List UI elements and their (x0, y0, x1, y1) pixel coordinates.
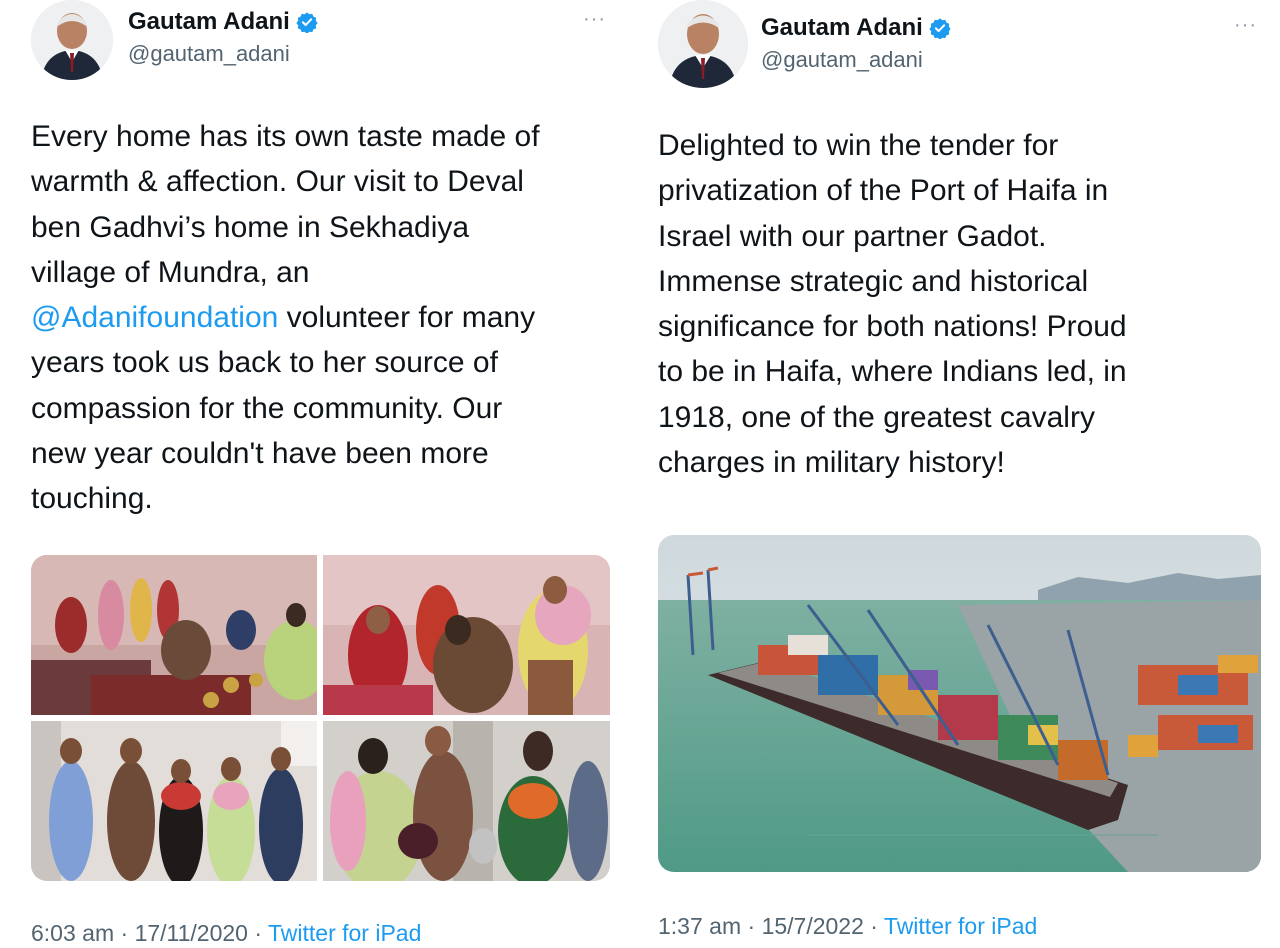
mention-link[interactable]: @Adanifoundation (31, 301, 278, 334)
tweet-time[interactable]: 1:37 am (658, 913, 741, 939)
photo-4[interactable] (323, 721, 610, 881)
author-name-row[interactable]: Gautam Adani (761, 14, 951, 42)
meta-separator: · (114, 920, 135, 946)
more-options-icon[interactable]: ··· (1234, 15, 1257, 35)
meta-separator: · (247, 920, 268, 946)
author-avatar[interactable] (31, 0, 113, 80)
tweet-1[interactable]: Gautam Adani @gautam_adani ··· Every hom… (0, 0, 630, 948)
tweet-source-link[interactable]: Twitter for iPad (884, 913, 1037, 939)
tweet-date[interactable]: 17/11/2020 (135, 920, 248, 946)
photo-1[interactable] (31, 555, 317, 715)
tweet-2[interactable]: Gautam Adani @gautam_adani ··· Delighted… (636, 0, 1280, 948)
author-name-row[interactable]: Gautam Adani (128, 8, 318, 36)
photo-3[interactable] (31, 721, 317, 881)
meta-separator: · (741, 913, 762, 939)
author-handle[interactable]: @gautam_adani (761, 47, 923, 73)
verified-badge-icon (296, 11, 318, 34)
author-name[interactable]: Gautam Adani (761, 14, 923, 42)
more-options-icon[interactable]: ··· (583, 9, 606, 29)
tweet-text-part-1: Every home has its own taste made of war… (31, 120, 540, 289)
author-name[interactable]: Gautam Adani (128, 8, 290, 36)
meta-separator: · (863, 913, 884, 939)
port-photo[interactable] (658, 535, 1261, 872)
verified-badge-icon (929, 17, 951, 40)
tweet-text: Delighted to win the tender for privatiz… (658, 129, 1127, 480)
author-avatar[interactable] (658, 0, 748, 88)
tweet-date[interactable]: 15/7/2022 (762, 913, 864, 939)
screenshot-composite: Gautam Adani @gautam_adani ··· Every hom… (0, 0, 1280, 948)
photo-2[interactable] (323, 555, 610, 715)
photo-grid[interactable] (31, 555, 610, 881)
tweet-meta: 1:37 am · 15/7/2022 · Twitter for iPad (658, 913, 1037, 940)
tweet-meta: 6:03 am · 17/11/2020 · Twitter for iPad (31, 920, 421, 947)
author-handle[interactable]: @gautam_adani (128, 41, 290, 67)
tweet-time[interactable]: 6:03 am (31, 920, 114, 946)
tweet-text: Every home has its own taste made of war… (31, 114, 621, 522)
tweet-source-link[interactable]: Twitter for iPad (268, 920, 421, 946)
